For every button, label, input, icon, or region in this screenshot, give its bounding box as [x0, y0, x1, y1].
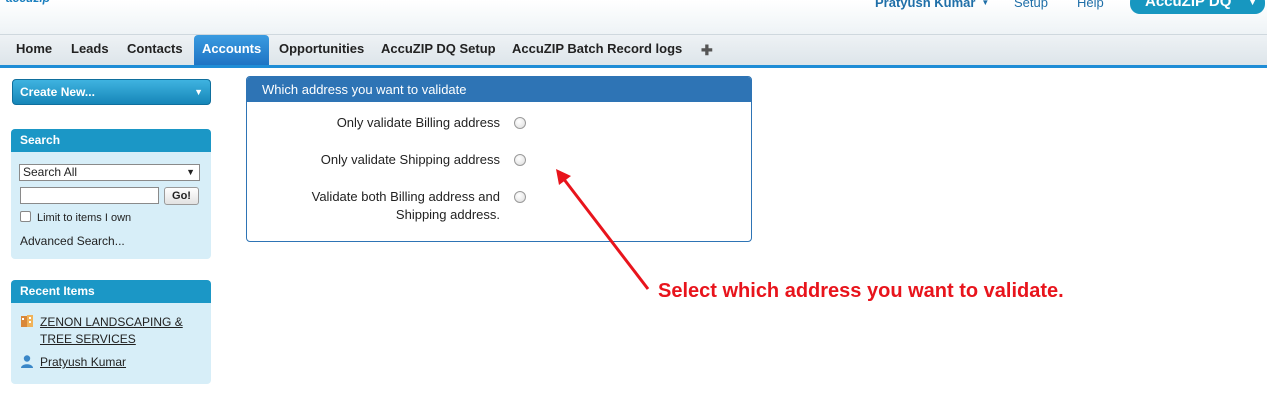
annotation-text: Select which address you want to validat… — [658, 280, 1064, 302]
annotation-arrow — [556, 169, 650, 290]
